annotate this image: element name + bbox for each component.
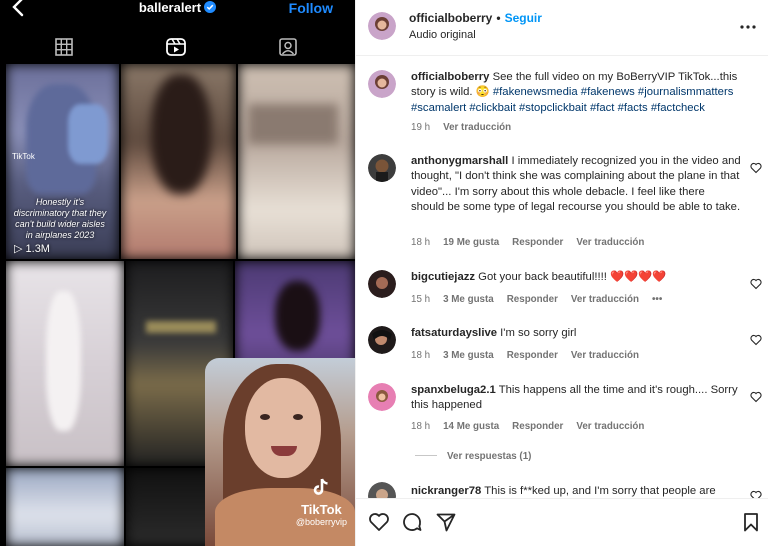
comment-username[interactable]: bigcutiejazz: [411, 271, 475, 283]
comment-text: fatsaturdayslive I'm so sorry girl: [411, 326, 741, 341]
comments-panel: officialboberry • Seguir Audio original of…: [355, 0, 768, 546]
caption-username[interactable]: officialboberry: [411, 71, 489, 83]
reel-tile[interactable]: TikTok Honestly it's discriminatory that…: [6, 64, 119, 259]
profile-tabs: [0, 32, 355, 62]
tiktok-label: TikTok: [301, 502, 342, 517]
reply-button[interactable]: Responder: [512, 421, 563, 432]
avatar[interactable]: [368, 12, 396, 40]
caption-text: officialboberry See the full video on my…: [411, 70, 741, 116]
profile-follow-button[interactable]: Follow: [289, 0, 333, 16]
tagged-icon[interactable]: [277, 36, 299, 58]
comment-meta: 18 h 19 Me gusta Responder Ver traducción: [411, 237, 657, 249]
verified-badge-icon: [204, 1, 217, 13]
view-replies-button[interactable]: Ver respuestas (1): [415, 451, 531, 462]
avatar[interactable]: [368, 326, 396, 354]
post-author-row: officialboberry • Seguir: [409, 11, 542, 25]
reply-button[interactable]: Responder: [507, 350, 558, 361]
replies-divider: [415, 455, 437, 456]
reel-tile[interactable]: [6, 261, 124, 466]
audio-label[interactable]: Audio original: [409, 29, 476, 42]
caption-meta: 19 h Ver traducción: [411, 122, 524, 134]
save-icon[interactable]: [740, 511, 762, 533]
translate-link[interactable]: Ver traducción: [571, 350, 639, 361]
follow-button[interactable]: Seguir: [505, 11, 542, 25]
like-heart-icon[interactable]: [750, 490, 762, 498]
profile-username[interactable]: balleralert: [139, 0, 201, 15]
reel-caption: Honestly it's discriminatory that they c…: [13, 197, 107, 240]
comment-text: anthonygmarshall I immediately recognize…: [411, 154, 741, 215]
reel-tile[interactable]: [6, 468, 124, 546]
action-bar: [356, 498, 768, 546]
heart-icon[interactable]: [368, 511, 390, 533]
translate-link[interactable]: Ver traducción: [443, 122, 511, 133]
avatar[interactable]: [368, 270, 396, 298]
tiktok-username: @boberryvip: [295, 517, 347, 527]
like-heart-icon[interactable]: [750, 278, 762, 290]
comment-likes[interactable]: 14 Me gusta: [443, 421, 499, 432]
comment-text: spanxbeluga2.1 This happens all the time…: [411, 383, 741, 414]
avatar[interactable]: [368, 70, 396, 98]
comment-icon[interactable]: [401, 511, 423, 533]
comment-time[interactable]: 18 h: [411, 237, 430, 248]
translate-link[interactable]: Ver traducción: [571, 294, 639, 305]
caption-time[interactable]: 19 h: [411, 122, 430, 133]
comment-likes[interactable]: 19 Me gusta: [443, 237, 499, 248]
comment-username[interactable]: nickranger78: [411, 485, 481, 497]
comment-body: Got your back beautiful!!!! ❤️❤️❤️❤️: [478, 271, 667, 283]
comment-time[interactable]: 18 h: [411, 350, 430, 361]
comment-likes[interactable]: 3 Me gusta: [443, 294, 494, 305]
share-icon[interactable]: [435, 511, 457, 533]
comment-likes[interactable]: 3 Me gusta: [443, 350, 494, 361]
tiktok-mini-label: TikTok: [12, 152, 35, 161]
comment-time[interactable]: 18 h: [411, 421, 430, 432]
reels-icon[interactable]: [165, 36, 187, 58]
like-heart-icon[interactable]: [750, 391, 762, 403]
post-header: officialboberry • Seguir Audio original: [356, 0, 768, 56]
comment-time[interactable]: 15 h: [411, 294, 430, 305]
comment-username[interactable]: spanxbeluga2.1: [411, 384, 496, 396]
media-pane: balleralert Follow TikTok Honestly it's …: [0, 0, 355, 546]
comment-item: nickranger78 This is f**ked up, and I'm …: [356, 482, 768, 498]
separator-dot: •: [496, 11, 501, 25]
comment-options-icon[interactable]: •••: [652, 294, 662, 305]
reply-button[interactable]: Responder: [507, 294, 558, 305]
reel-tile[interactable]: [121, 64, 236, 259]
more-horizontal-icon[interactable]: [739, 18, 757, 36]
comment-meta: 15 h 3 Me gusta Responder Ver traducción •••: [411, 294, 675, 306]
post-username[interactable]: officialboberry: [409, 11, 492, 25]
reply-button[interactable]: Responder: [512, 237, 563, 248]
avatar[interactable]: [368, 154, 396, 182]
translate-link[interactable]: Ver traducción: [576, 421, 644, 432]
grid-icon[interactable]: [53, 36, 75, 58]
profile-top-bar: balleralert Follow: [0, 0, 355, 18]
comment-text: nickranger78 This is f**ked up, and I'm …: [411, 484, 741, 498]
comment-body: I'm so sorry girl: [500, 327, 577, 339]
comment-meta: 18 h 14 Me gusta Responder Ver traducción: [411, 421, 657, 433]
comment-username[interactable]: anthonygmarshall: [411, 155, 508, 167]
comment-body: This is f**ked up, and I'm sorry that pe…: [484, 485, 716, 497]
comment-meta: 18 h 3 Me gusta Responder Ver traducción: [411, 350, 652, 362]
tiktok-watermark: TikTok @boberryvip: [296, 476, 347, 528]
playing-video[interactable]: TikTok @boberryvip: [205, 358, 355, 546]
reel-tile[interactable]: [238, 64, 355, 259]
tiktok-logo-icon: [314, 478, 329, 495]
comment-text: bigcutiejazz Got your back beautiful!!!!…: [411, 270, 741, 285]
translate-link[interactable]: Ver traducción: [576, 237, 644, 248]
reel-view-count: ▷ 1.3M: [14, 243, 50, 255]
like-heart-icon[interactable]: [750, 334, 762, 346]
comment-username[interactable]: fatsaturdayslive: [411, 327, 497, 339]
view-replies-label: Ver respuestas (1): [447, 451, 532, 462]
avatar[interactable]: [368, 482, 396, 498]
like-heart-icon[interactable]: [750, 162, 762, 174]
avatar[interactable]: [368, 383, 396, 411]
